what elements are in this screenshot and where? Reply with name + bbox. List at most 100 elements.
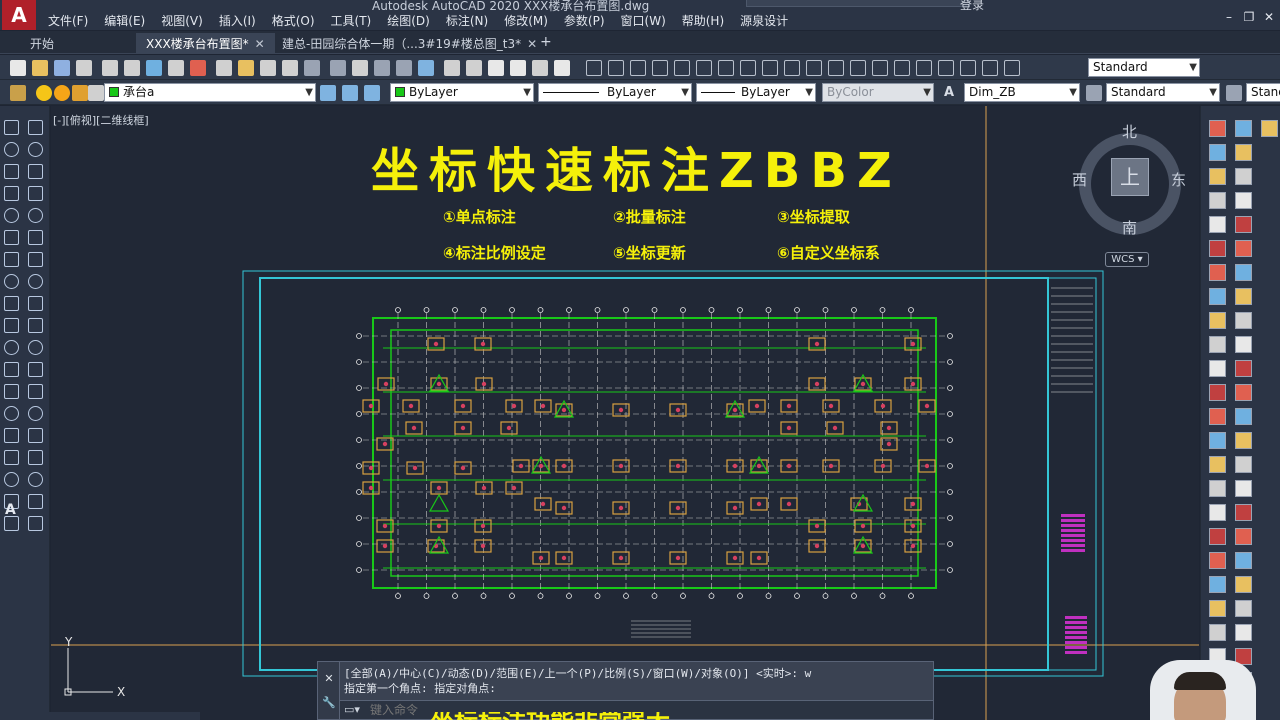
plugin-tool-icon[interactable] (1235, 144, 1252, 161)
modify-tool-icon[interactable] (28, 252, 43, 267)
menu-item[interactable]: 窗口(W) (613, 10, 674, 30)
draw-tool-icon[interactable] (4, 164, 19, 179)
layer-freeze-icon[interactable] (54, 85, 70, 101)
tab-close-icon[interactable]: ✕ (255, 37, 265, 51)
compass-east[interactable]: 东 (1171, 169, 1186, 190)
plugin-tool-icon[interactable] (1209, 528, 1226, 545)
plugin-tool-icon[interactable] (1235, 480, 1252, 497)
modify-tool-icon[interactable] (28, 120, 43, 135)
plugin-tool-icon[interactable] (1235, 360, 1252, 377)
lineweight-select[interactable]: ByLayer ▼ (696, 83, 816, 102)
autocad-logo[interactable]: A (2, 0, 36, 30)
toolbar-tool-icon[interactable] (10, 60, 26, 76)
menu-item[interactable]: 源泉设计 (732, 10, 796, 30)
plugin-tool-icon[interactable] (1209, 576, 1226, 593)
plugin-tool-icon[interactable] (1235, 600, 1252, 617)
viewcube-top-face[interactable]: 上 (1111, 158, 1149, 196)
menu-item[interactable]: 修改(M) (496, 10, 556, 30)
drawing-canvas[interactable]: YX [-][俯视][二维线框] 坐标快速标注ZBBZ ①单点标注 ②批量标注 … (51, 106, 1199, 720)
modify-tool-icon[interactable] (28, 494, 43, 509)
modify-tool-icon[interactable] (28, 472, 43, 487)
dimension-tool-icon[interactable] (982, 60, 998, 76)
make-current-icon[interactable] (320, 85, 336, 101)
toolbar-tool-icon[interactable] (488, 60, 504, 76)
dimension-tool-icon[interactable] (674, 60, 690, 76)
toolbar-tool-icon[interactable] (444, 60, 460, 76)
search-box[interactable] (746, 0, 970, 7)
compass-south[interactable]: 南 (1122, 217, 1137, 238)
plugin-tool-icon[interactable] (1209, 144, 1226, 161)
plugin-tool-icon[interactable] (1209, 168, 1226, 185)
menu-item[interactable]: 工具(T) (323, 10, 380, 30)
layer-lock-icon[interactable] (72, 85, 88, 101)
draw-tool-icon[interactable] (4, 472, 19, 487)
modify-tool-icon[interactable] (28, 516, 43, 531)
toolbar-tool-icon[interactable] (76, 60, 92, 76)
modify-tool-icon[interactable] (28, 230, 43, 245)
tab-start[interactable]: 开始 (20, 33, 64, 54)
toolbar-tool-icon[interactable] (532, 60, 548, 76)
toolbar-tool-icon[interactable] (216, 60, 232, 76)
draw-tool-icon[interactable] (4, 450, 19, 465)
plugin-tool-icon[interactable] (1235, 168, 1252, 185)
plugin-tool-icon[interactable] (1209, 456, 1226, 473)
plugin-tool-icon[interactable] (1209, 336, 1226, 353)
plugin-tool-icon[interactable] (1235, 288, 1252, 305)
modify-tool-icon[interactable] (28, 406, 43, 421)
toolbar-tool-icon[interactable] (146, 60, 162, 76)
layer-manager-icon[interactable] (10, 85, 26, 101)
draw-tool-icon[interactable] (4, 142, 19, 157)
plugin-tool-icon[interactable] (1209, 624, 1226, 641)
plugin-tool-icon[interactable] (1209, 192, 1226, 209)
plugin-tool-icon[interactable] (1209, 480, 1226, 497)
dimension-tool-icon[interactable] (828, 60, 844, 76)
modify-tool-icon[interactable] (28, 450, 43, 465)
tab-current-drawing[interactable]: XXX楼承台布置图* ✕ (136, 33, 275, 54)
wrench-icon[interactable]: 🔧 (322, 696, 336, 709)
toolbar-tool-icon[interactable] (418, 60, 434, 76)
toolbar-tool-icon[interactable] (32, 60, 48, 76)
linetype-select[interactable]: ByLayer ▼ (538, 83, 692, 102)
plugin-tool-icon[interactable] (1209, 360, 1226, 377)
menu-item[interactable]: 插入(I) (211, 10, 264, 30)
draw-tool-icon[interactable] (4, 362, 19, 377)
toolbar-tool-icon[interactable] (554, 60, 570, 76)
restore-icon[interactable]: ❐ (1242, 10, 1256, 24)
menu-item[interactable]: 格式(O) (264, 10, 323, 30)
layer-on-icon[interactable] (36, 85, 52, 101)
dim-style-select[interactable]: Dim_ZB ▼ (964, 83, 1080, 102)
draw-tool-icon[interactable] (4, 340, 19, 355)
new-tab-icon[interactable]: + (540, 34, 552, 50)
tab-close-icon[interactable]: ✕ (527, 37, 537, 51)
toolbar-tool-icon[interactable] (282, 60, 298, 76)
color-select[interactable]: ByLayer ▼ (390, 83, 534, 102)
dimension-tool-icon[interactable] (740, 60, 756, 76)
layer-previous-icon[interactable] (364, 85, 380, 101)
modify-tool-icon[interactable] (28, 142, 43, 157)
draw-tool-icon[interactable] (4, 186, 19, 201)
login-link[interactable]: 登录 (960, 0, 984, 13)
modify-tool-icon[interactable] (28, 318, 43, 333)
dimension-tool-icon[interactable] (630, 60, 646, 76)
toolbar-tool-icon[interactable] (396, 60, 412, 76)
plugin-tool-icon[interactable] (1209, 504, 1226, 521)
dimension-tool-icon[interactable] (872, 60, 888, 76)
toolbar-tool-icon[interactable] (190, 60, 206, 76)
toolbar-tool-icon[interactable] (168, 60, 184, 76)
menu-item[interactable]: 视图(V) (153, 10, 211, 30)
modify-tool-icon[interactable] (28, 340, 43, 355)
compass-north[interactable]: 北 (1122, 121, 1137, 142)
draw-tool-icon[interactable] (4, 208, 19, 223)
dimension-tool-icon[interactable] (718, 60, 734, 76)
draw-tool-icon[interactable] (4, 252, 19, 267)
dimension-tool-icon[interactable] (894, 60, 910, 76)
dimension-tool-icon[interactable] (586, 60, 602, 76)
plugin-tool-icon[interactable] (1209, 240, 1226, 257)
modify-tool-icon[interactable] (28, 296, 43, 311)
table-style-select[interactable]: Standard ▼ (1106, 83, 1220, 102)
plugin-tool-icon[interactable] (1209, 384, 1226, 401)
draw-tool-icon[interactable] (4, 296, 19, 311)
command-prompt-icon[interactable]: ▭▾ (344, 703, 360, 716)
dimension-tool-icon[interactable] (608, 60, 624, 76)
plugin-tool-icon[interactable] (1235, 456, 1252, 473)
